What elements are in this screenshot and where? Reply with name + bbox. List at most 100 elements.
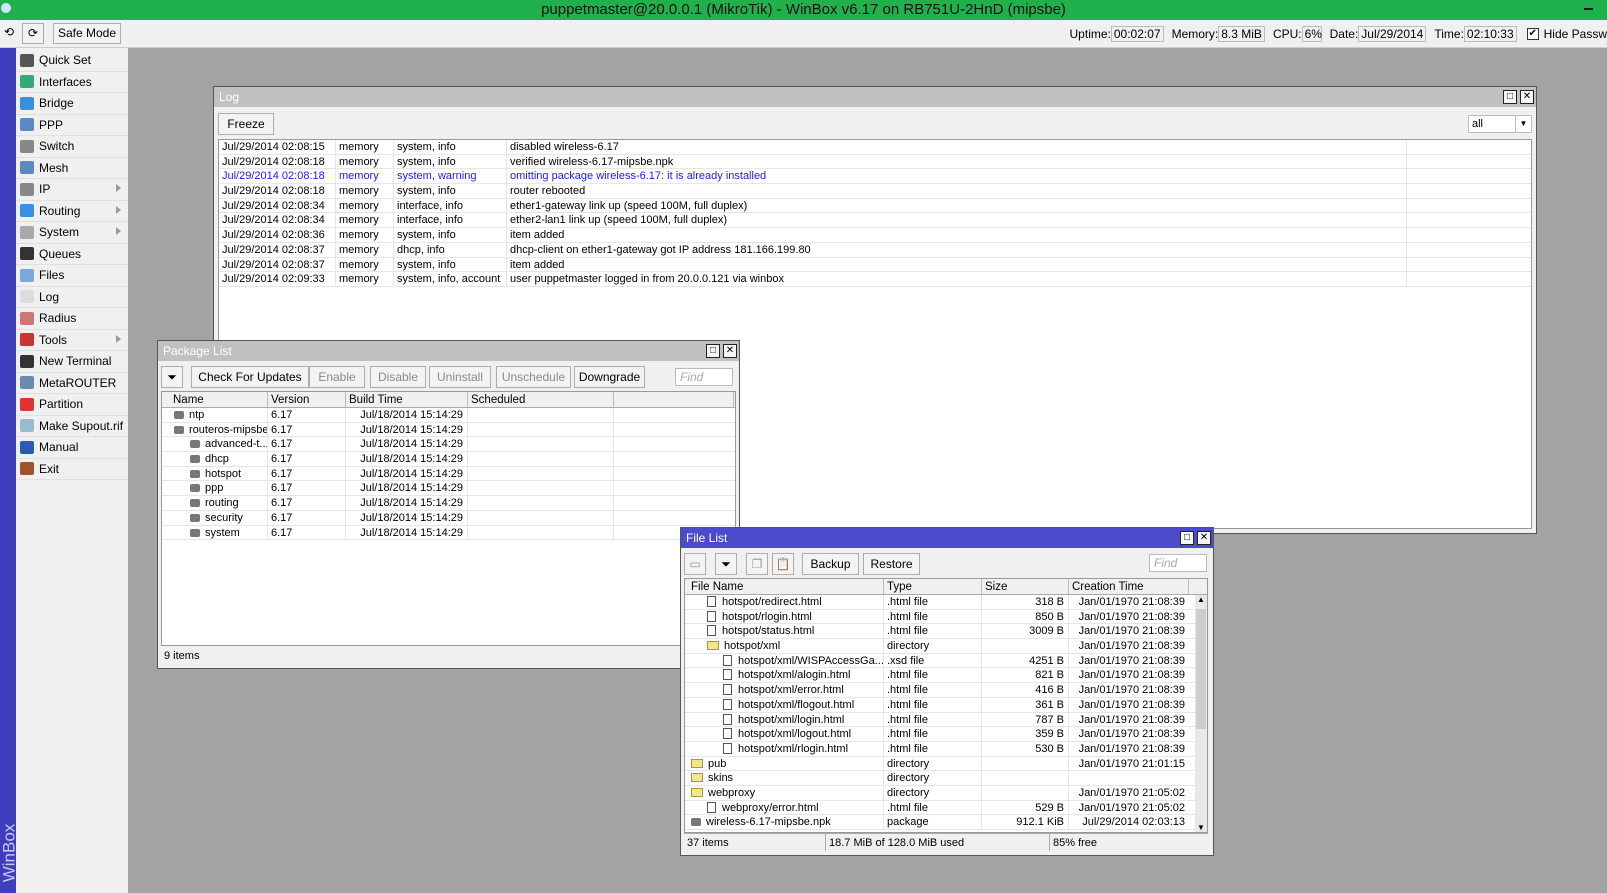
sidebar-item-switch[interactable]: Switch <box>16 136 128 158</box>
undo-icon[interactable]: ⟲ <box>1 23 17 44</box>
file-row[interactable]: hotspot/xml/rlogin.html .html file 530 B Ja… <box>685 741 1207 757</box>
file-row[interactable]: skins directory <box>685 771 1207 786</box>
file-row[interactable]: webproxy/error.html .html file 529 B Jan/01… <box>685 800 1207 816</box>
sidebar-item-routing[interactable]: Routing <box>16 201 128 222</box>
package-row[interactable]: ntp 6.17 Jul/18/2014 15:14:29 <box>162 408 735 423</box>
paste-icon[interactable]: 📋 <box>772 553 794 575</box>
scroll-down-icon[interactable]: ▼ <box>1195 823 1207 832</box>
maximize-icon[interactable]: □ <box>1503 90 1517 104</box>
close-icon[interactable]: ✕ <box>1520 90 1534 104</box>
file-find-input[interactable]: Find <box>1149 554 1207 572</box>
column-header-scheduled[interactable]: Scheduled <box>468 392 614 407</box>
sidebar-item-new-terminal[interactable]: New Terminal <box>16 351 128 373</box>
sidebar-item-metarouter[interactable]: MetaROUTER <box>16 373 128 394</box>
enable-button[interactable]: Enable <box>309 366 365 388</box>
filter-icon[interactable]: ⏷ <box>715 553 737 575</box>
file-row[interactable]: webproxy directory Jan/01/1970 21:05:02 <box>685 785 1207 801</box>
maximize-icon[interactable]: □ <box>706 344 720 358</box>
log-row[interactable]: Jul/29/2014 02:08:36 memory system, info it… <box>219 228 1531 243</box>
filter-icon[interactable]: ⏷ <box>161 366 183 388</box>
sidebar-item-ip[interactable]: IP <box>16 179 128 201</box>
sidebar-item-interfaces[interactable]: Interfaces <box>16 72 128 93</box>
column-header-file-name[interactable]: File Name <box>688 579 884 594</box>
scrollbar-thumb[interactable] <box>1196 609 1206 729</box>
file-row[interactable]: hotspot/status.html .html file 3009 B Jan/0… <box>685 624 1207 640</box>
file-row[interactable]: hotspot/xml/error.html .html file 416 B Jan… <box>685 683 1207 698</box>
package-row[interactable]: routeros-mipsbe 6.17 Jul/18/2014 15:14:29 <box>162 422 735 438</box>
sidebar-item-exit[interactable]: Exit <box>16 459 128 480</box>
sidebar-item-manual[interactable]: Manual <box>16 437 128 459</box>
copy-icon[interactable]: ❐ <box>746 553 768 575</box>
file-row[interactable]: hotspot/xml/login.html .html file 787 B Jan… <box>685 712 1207 728</box>
disable-button[interactable]: Disable <box>370 366 426 388</box>
log-row[interactable]: Jul/29/2014 02:08:15 memory system, info di… <box>219 140 1531 155</box>
log-row[interactable]: Jul/29/2014 02:08:18 memory system, info ve… <box>219 154 1531 170</box>
freeze-button[interactable]: Freeze <box>218 113 274 135</box>
sidebar-item-make-supout-rif[interactable]: Make Supout.rif <box>16 416 128 437</box>
package-row[interactable]: routing 6.17 Jul/18/2014 15:14:29 <box>162 496 735 511</box>
dropdown-arrow-icon[interactable]: ▼ <box>1515 116 1531 132</box>
package-find-input[interactable]: Find <box>675 368 733 386</box>
close-icon[interactable]: ✕ <box>1197 531 1211 545</box>
file-row[interactable]: wireless-6.17-mipsbe.npk package 912.1 KiB… <box>685 815 1207 830</box>
redo-icon[interactable]: ⟳ <box>22 23 44 44</box>
column-header-build-time[interactable]: Build Time <box>346 392 468 407</box>
file-row[interactable]: hotspot/rlogin.html .html file 850 B Jan/01… <box>685 609 1207 625</box>
sidebar-item-mesh[interactable]: Mesh <box>16 158 128 179</box>
remove-icon[interactable]: ▭ <box>684 553 706 575</box>
check-for-updates-button[interactable]: Check For Updates <box>191 366 309 388</box>
close-icon[interactable]: ✕ <box>723 344 737 358</box>
package-row[interactable]: hotspot 6.17 Jul/18/2014 15:14:29 <box>162 466 735 482</box>
file-row[interactable]: hotspot/xml/WISPAccessGa... .xsd file 4251… <box>685 653 1207 669</box>
log-row[interactable]: Jul/29/2014 02:08:37 memory dhcp, info dhcp… <box>219 242 1531 258</box>
file-row[interactable]: hotspot/xml/flogout.html .html file 361 B J… <box>685 697 1207 713</box>
downgrade-button[interactable]: Downgrade <box>574 366 645 388</box>
package-row[interactable]: system 6.17 Jul/18/2014 15:14:29 <box>162 525 735 541</box>
file-row[interactable]: hotspot/xml directory Jan/01/1970 21:08:39 <box>685 639 1207 654</box>
log-row[interactable]: Jul/29/2014 02:08:37 memory system, info it… <box>219 257 1531 273</box>
file-row[interactable]: hotspot/xml/alogin.html .html file 821 B Ja… <box>685 668 1207 684</box>
file-list-titlebar[interactable]: File List □ ✕ <box>681 528 1213 548</box>
file-list-scrollbar[interactable]: ▲ ▼ <box>1195 595 1207 832</box>
log-row[interactable]: Jul/29/2014 02:08:18 memory system, warnin… <box>219 169 1531 185</box>
column-header-version[interactable]: Version <box>268 392 346 407</box>
log-window-titlebar[interactable]: Log □ ✕ <box>214 87 1536 107</box>
sidebar-item-files[interactable]: Files <box>16 265 128 287</box>
sidebar-item-partition[interactable]: Partition <box>16 394 128 416</box>
sidebar-item-tools[interactable]: Tools <box>16 330 128 351</box>
backup-button[interactable]: Backup <box>802 553 859 575</box>
sidebar-item-quick-set[interactable]: Quick Set <box>16 50 128 72</box>
uninstall-button[interactable]: Uninstall <box>429 366 491 388</box>
package-row[interactable]: security 6.17 Jul/18/2014 15:14:29 <box>162 510 735 526</box>
sidebar-item-queues[interactable]: Queues <box>16 244 128 265</box>
file-row[interactable]: hotspot/xml/logout.html .html file 359 B Ja… <box>685 727 1207 742</box>
log-row[interactable]: Jul/29/2014 02:08:18 memory system, info ro… <box>219 184 1531 199</box>
log-topic-filter-select[interactable]: all ▼ <box>1468 115 1532 133</box>
log-row[interactable]: Jul/29/2014 02:08:34 memory interface, inf… <box>219 213 1531 229</box>
package-list-titlebar[interactable]: Package List □ ✕ <box>158 341 739 361</box>
sidebar-item-log[interactable]: Log <box>16 287 128 308</box>
column-header-name[interactable]: Name <box>170 392 268 407</box>
package-row[interactable]: dhcp 6.17 Jul/18/2014 15:14:29 <box>162 452 735 467</box>
hide-passwords-checkbox[interactable]: ✔ <box>1526 28 1539 40</box>
column-header-creation-time[interactable]: Creation Time <box>1069 579 1189 594</box>
column-header-size[interactable]: Size <box>982 579 1069 594</box>
unschedule-button[interactable]: Unschedule <box>496 366 571 388</box>
log-row[interactable]: Jul/29/2014 02:08:34 memory interface, inf… <box>219 198 1531 214</box>
file-creation-time: Jan/01/1970 21:08:39 <box>1078 698 1185 711</box>
log-row[interactable]: Jul/29/2014 02:09:33 memory system, info, … <box>219 272 1531 287</box>
minimize-button[interactable] <box>1584 8 1593 10</box>
sidebar-item-bridge[interactable]: Bridge <box>16 93 128 115</box>
file-row[interactable]: pub directory Jan/01/1970 21:01:15 <box>685 756 1207 772</box>
sidebar-item-radius[interactable]: Radius <box>16 308 128 330</box>
sidebar-item-system[interactable]: System <box>16 222 128 244</box>
package-row[interactable]: ppp 6.17 Jul/18/2014 15:14:29 <box>162 481 735 497</box>
safe-mode-button[interactable]: Safe Mode <box>53 23 121 44</box>
package-row[interactable]: advanced-t... 6.17 Jul/18/2014 15:14:29 <box>162 437 735 453</box>
restore-button[interactable]: Restore <box>863 553 920 575</box>
scroll-up-icon[interactable]: ▲ <box>1195 595 1207 604</box>
maximize-icon[interactable]: □ <box>1180 531 1194 545</box>
sidebar-item-ppp[interactable]: PPP <box>16 115 128 136</box>
file-row[interactable]: hotspot/redirect.html .html file 318 B Jan/… <box>685 595 1207 610</box>
column-header-type[interactable]: Type <box>884 579 982 594</box>
